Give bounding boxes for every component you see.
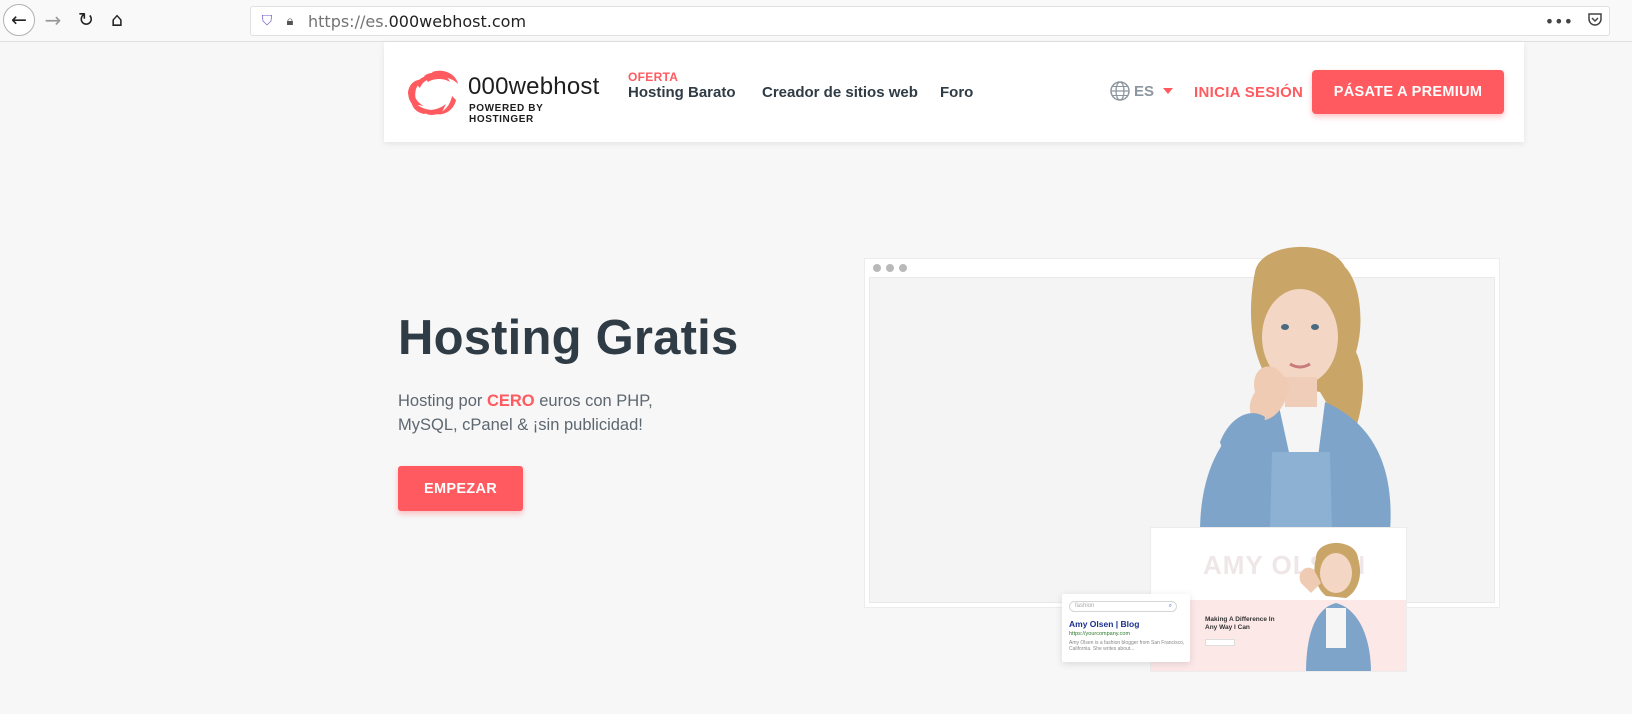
- language-selector[interactable]: ES: [1109, 80, 1174, 102]
- logo[interactable]: 000webhost POWERED BY HOSTINGER: [402, 66, 599, 125]
- search-icon: ⌕: [1168, 603, 1172, 609]
- logo-name: 000webhost: [468, 73, 600, 100]
- mini-search-placeholder: fashion: [1075, 603, 1095, 609]
- hero-title: Hosting Gratis: [398, 311, 739, 365]
- url-text[interactable]: https://es.000webhost.com: [308, 12, 526, 31]
- address-bar[interactable]: ⛉ 🔒︎ https://es.000webhost.com •••: [250, 6, 1610, 36]
- hero-subtitle-text: Hosting por: [398, 392, 487, 410]
- logo-tagline: POWERED BY HOSTINGER: [469, 103, 544, 125]
- offer-tag: OFERTA: [628, 70, 679, 84]
- more-actions-icon[interactable]: •••: [1545, 12, 1573, 31]
- nav-website-builder[interactable]: Creador de sitios web: [762, 84, 918, 101]
- pocket-icon[interactable]: [1587, 11, 1603, 31]
- forward-arrow-icon[interactable]: →: [37, 4, 69, 36]
- logo-swirl-icon: [408, 70, 458, 115]
- go-premium-button[interactable]: PÁSATE A PREMIUM: [1312, 70, 1504, 114]
- shield-icon[interactable]: ⛉: [258, 12, 276, 30]
- lock-icon[interactable]: 🔒︎: [282, 12, 298, 30]
- site-header: 000webhost POWERED BY HOSTINGER OFERTA H…: [384, 42, 1524, 142]
- home-icon[interactable]: ⌂: [101, 4, 133, 36]
- mini-search-input: fashion ⌕: [1069, 601, 1177, 612]
- address-bar-actions: •••: [1545, 7, 1603, 35]
- search-result-title: Amy Olsen | Blog: [1069, 619, 1140, 629]
- woman-photo: [1200, 246, 1391, 532]
- hero-subtitle: Hosting por CERO euros con PHP, MySQL, c…: [398, 389, 698, 437]
- back-arrow-icon[interactable]: ←: [3, 4, 35, 36]
- search-result-card: fashion ⌕ Amy Olsen | Blog https://yourco…: [1062, 594, 1190, 662]
- start-button[interactable]: EMPEZAR: [398, 466, 523, 511]
- mini-site-button: [1205, 639, 1235, 646]
- language-code: ES: [1134, 82, 1155, 100]
- window-dots: [873, 264, 907, 272]
- browser-toolbar: ← → ↻ ⌂ ⛉ 🔒︎ https://es.000webhost.com •…: [0, 0, 1632, 42]
- reload-icon[interactable]: ↻: [70, 4, 102, 36]
- globe-icon: [1110, 81, 1130, 101]
- mini-site-caption: Making A Difference In Any Way I Can: [1205, 616, 1275, 631]
- search-result-snippet: Amy Olsen is a fashion blogger from San …: [1069, 640, 1185, 652]
- chevron-down-icon: [1163, 88, 1174, 94]
- nav-hosting-barato[interactable]: Hosting Barato: [628, 84, 736, 101]
- login-link[interactable]: INICIA SESIÓN: [1194, 84, 1303, 101]
- mini-site-photo: [1299, 543, 1371, 671]
- hero-subtitle-highlight: CERO: [486, 392, 535, 410]
- nav-forum[interactable]: Foro: [940, 84, 973, 101]
- search-result-url: https://yourcompany.com: [1069, 631, 1131, 637]
